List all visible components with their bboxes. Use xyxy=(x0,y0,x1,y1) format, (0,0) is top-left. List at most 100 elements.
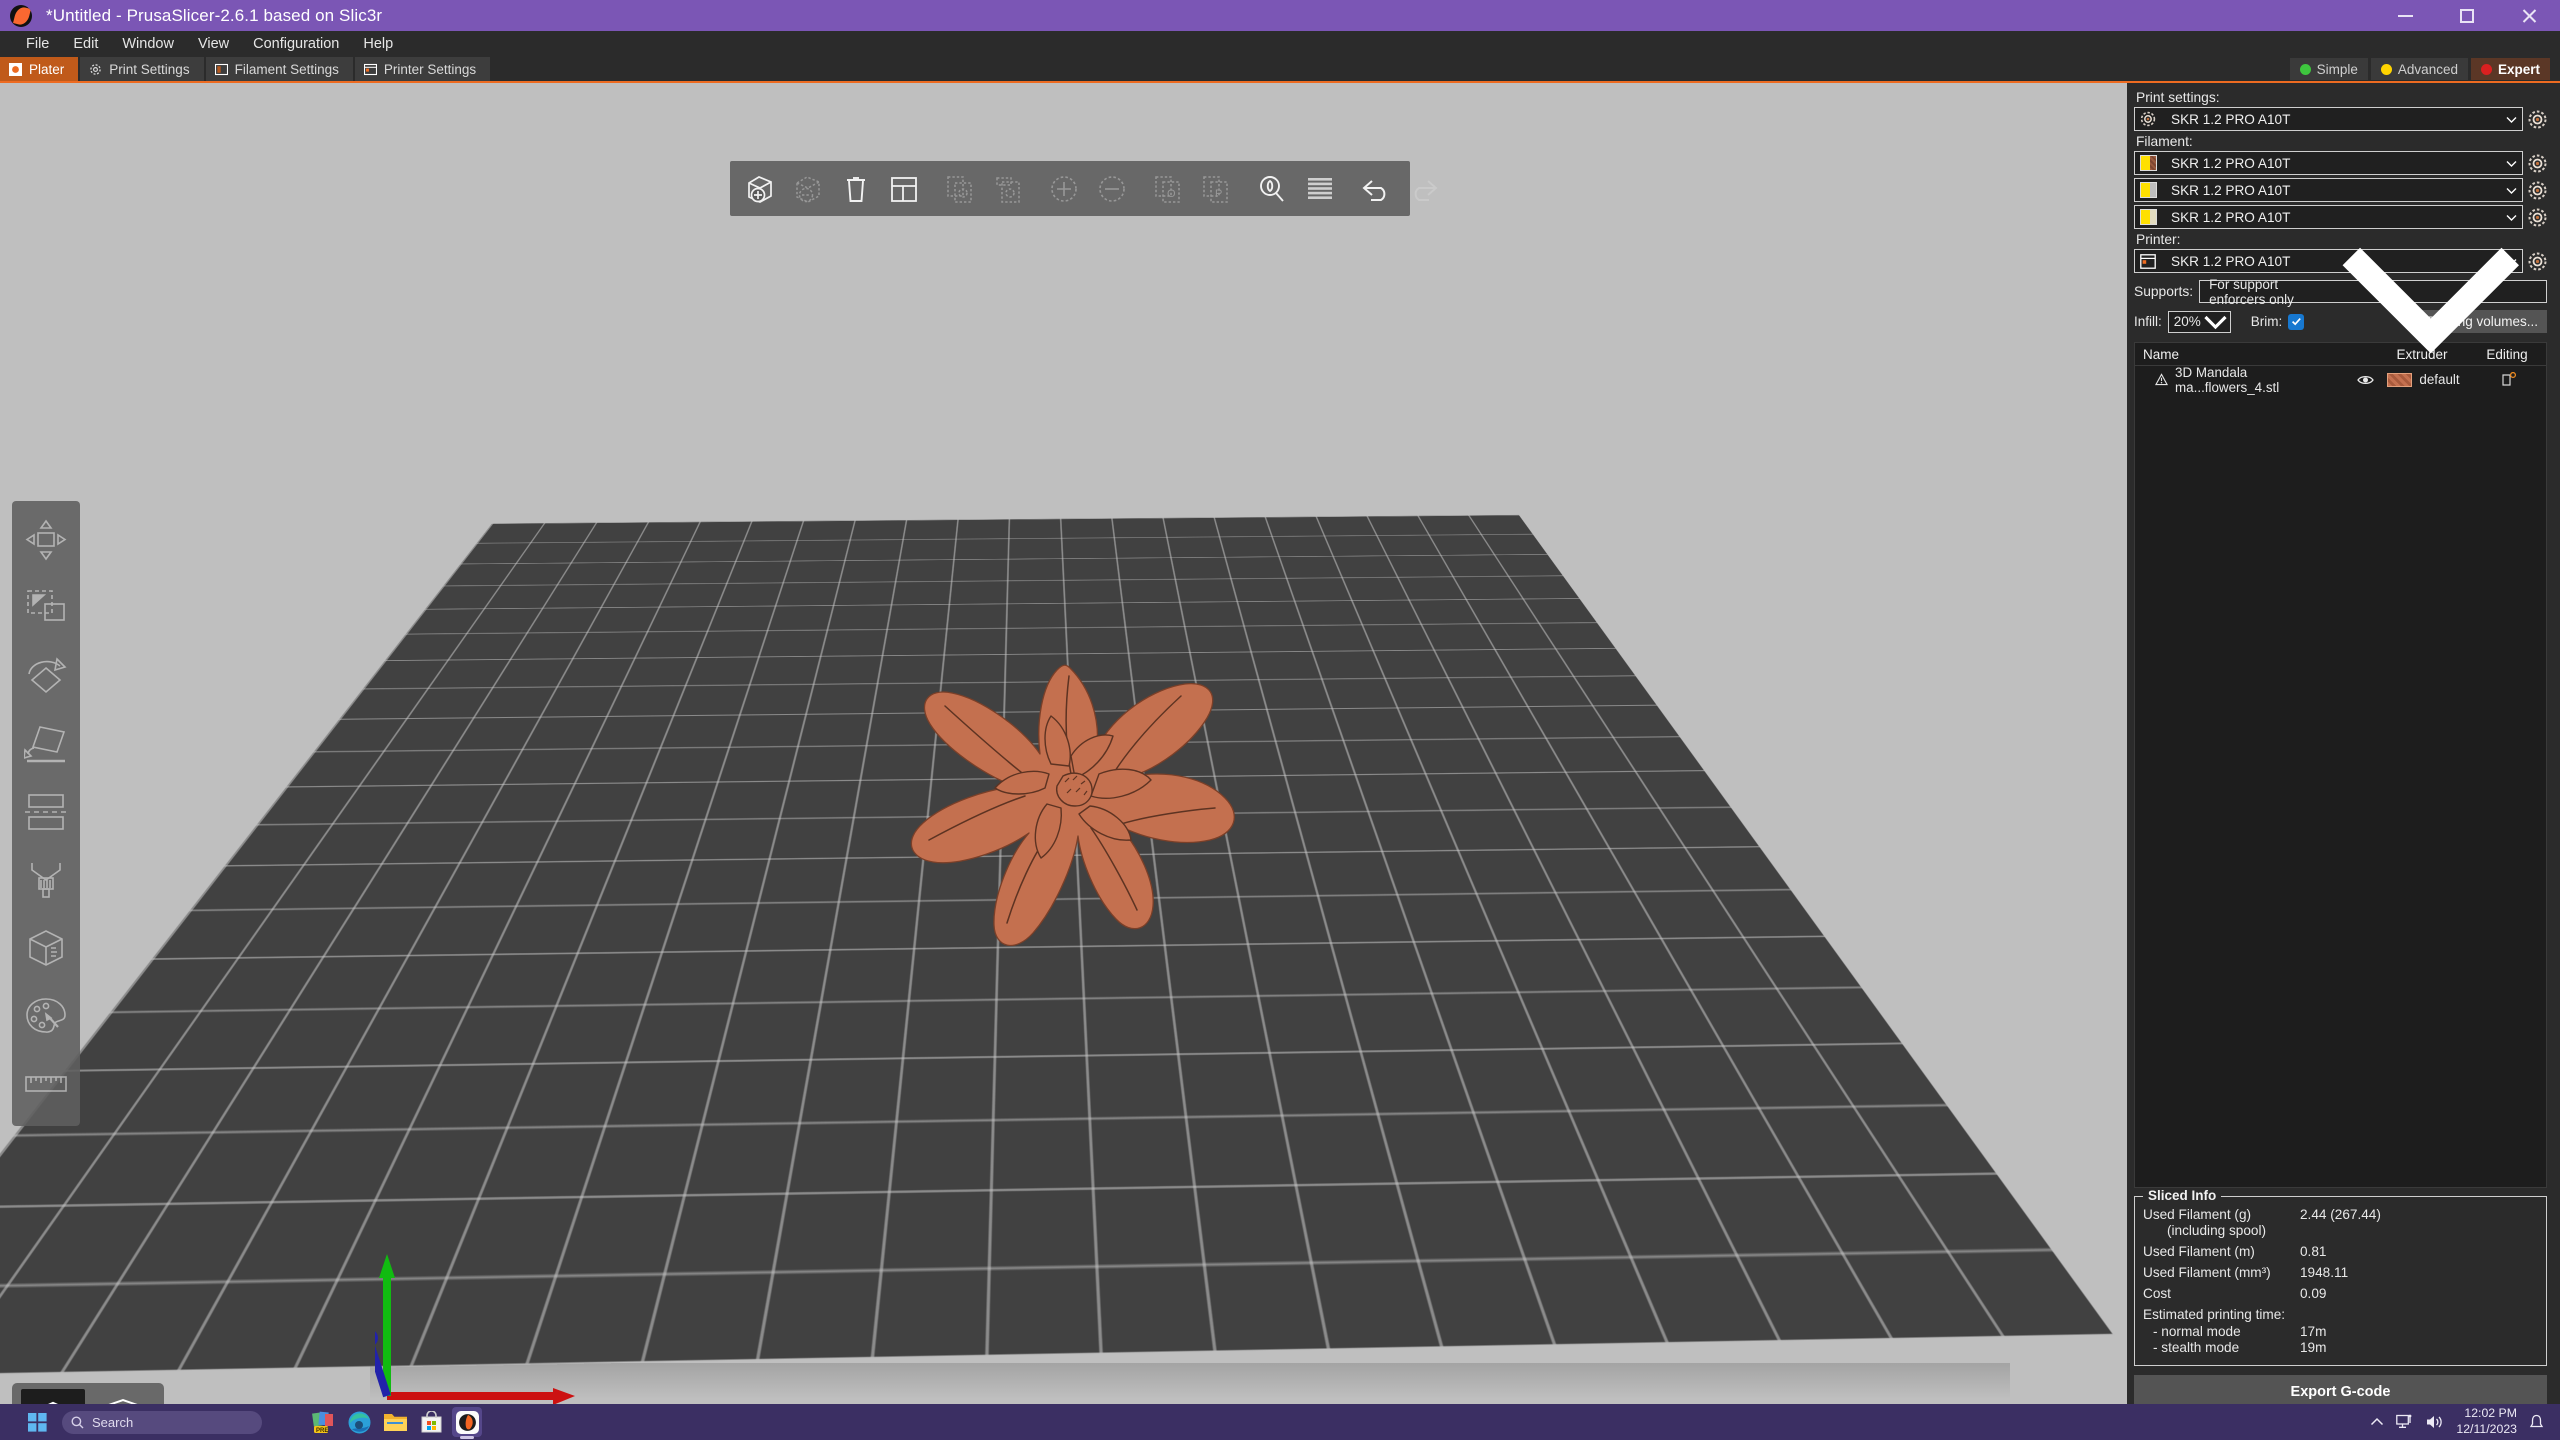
printer-icon xyxy=(2138,252,2158,270)
office-pre-icon: PRE xyxy=(311,1411,333,1434)
supports-value: For support enforcers only xyxy=(2209,276,2294,307)
editor-view-button[interactable] xyxy=(21,1389,85,1404)
warning-triangle-icon xyxy=(2155,373,2169,386)
infill-combo[interactable]: 20% xyxy=(2167,310,2231,333)
tab-plater[interactable]: Plater xyxy=(0,57,79,81)
menu-window[interactable]: Window xyxy=(110,33,186,55)
notification-bell-icon[interactable] xyxy=(2529,1414,2544,1431)
add-instance-button[interactable] xyxy=(736,166,784,212)
toolbar-separator xyxy=(928,166,936,212)
print-settings-combo[interactable]: SKR 1.2 PRO A10T xyxy=(2134,107,2523,131)
tab-printer-settings[interactable]: Printer Settings xyxy=(354,57,491,81)
support-painting-tool[interactable] xyxy=(17,847,75,913)
3d-scene-canvas[interactable]: O P xyxy=(0,83,2127,1404)
mode-advanced-label: Advanced xyxy=(2397,61,2458,77)
column-name: Name xyxy=(2143,346,2180,362)
maximize-button[interactable] xyxy=(2436,0,2498,31)
printer-value: SKR 1.2 PRO A10T xyxy=(2171,253,2291,269)
remove-instance-button xyxy=(784,166,832,212)
object-name-cell[interactable]: 3D Mandala ma...flowers_4.stl xyxy=(2135,365,2343,395)
close-icon xyxy=(2521,8,2537,24)
move-tool[interactable] xyxy=(17,507,75,573)
taskbar-office-app[interactable]: PRE xyxy=(308,1407,338,1437)
taskbar-system-tray: 12:02 PM 12/11/2023 xyxy=(2370,1406,2560,1437)
y-axis-arrow xyxy=(379,1254,395,1278)
menu-file[interactable]: File xyxy=(14,33,61,55)
chevron-down-icon xyxy=(2204,315,2227,330)
tab-plater-label: Plater xyxy=(29,61,65,77)
cut-tool[interactable] xyxy=(17,779,75,845)
print-settings-row: SKR 1.2 PRO A10T xyxy=(2134,107,2547,131)
toolbar-separator-3 xyxy=(1136,166,1144,212)
view-mode-toggle xyxy=(12,1383,164,1404)
tabbar-spacer xyxy=(492,57,2290,81)
windows-start-button[interactable] xyxy=(22,1407,52,1437)
minimize-button[interactable] xyxy=(2374,0,2436,31)
variable-layer-height-button[interactable] xyxy=(1296,166,1344,212)
scale-tool[interactable] xyxy=(17,575,75,641)
menu-help[interactable]: Help xyxy=(351,33,405,55)
taskbar-prusaslicer[interactable] xyxy=(452,1407,482,1437)
menu-view[interactable]: View xyxy=(186,33,241,55)
search-icon xyxy=(71,1416,84,1428)
used-filament-m-value: 0.81 xyxy=(2300,1244,2327,1259)
seam-painting-tool[interactable] xyxy=(17,915,75,981)
tab-printer-settings-label: Printer Settings xyxy=(383,61,477,77)
svg-text:PRE: PRE xyxy=(316,1428,328,1434)
sliced-info-panel: Sliced Info Used Filament (g) 2.44 (267.… xyxy=(2134,1188,2547,1366)
taskbar-search-placeholder: Search xyxy=(92,1414,134,1430)
undo-button[interactable] xyxy=(1352,166,1400,212)
preview-view-button[interactable] xyxy=(91,1389,155,1404)
tab-print-settings[interactable]: Print Settings xyxy=(80,57,204,81)
place-on-face-tool[interactable] xyxy=(17,711,75,777)
supports-combo[interactable]: For support enforcers only xyxy=(2199,247,2547,354)
add-instance-plus-button xyxy=(1040,166,1088,212)
mode-advanced-button[interactable]: Advanced xyxy=(2370,58,2468,80)
taskbar-file-explorer[interactable] xyxy=(380,1407,410,1437)
print-settings-gear-icon xyxy=(89,63,102,76)
filament-color-swatch-2 xyxy=(2138,181,2158,199)
right-sidebar: Print settings: SKR 1.2 PRO A10T Filamen… xyxy=(2127,83,2554,1408)
tab-filament-settings[interactable]: Filament Settings xyxy=(205,57,353,81)
mode-simple-button[interactable]: Simple xyxy=(2289,58,2368,80)
taskbar-edge[interactable] xyxy=(344,1407,374,1437)
filament-value-2: SKR 1.2 PRO A10T xyxy=(2171,182,2291,198)
edit-filament-preset-cog-icon-1[interactable] xyxy=(2528,154,2547,173)
search-button[interactable] xyxy=(1248,166,1296,212)
arrange-button[interactable] xyxy=(880,166,928,212)
chevron-up-icon[interactable] xyxy=(2370,1417,2384,1427)
taskbar-clock[interactable]: 12:02 PM 12/11/2023 xyxy=(2456,1406,2517,1437)
brim-label: Brim: xyxy=(2250,314,2283,329)
including-spool-row: (including spool) xyxy=(2143,1223,2538,1238)
window-title: *Untitled - PrusaSlicer-2.6.1 based on S… xyxy=(46,5,383,25)
estimated-time-label-row: Estimated printing time: xyxy=(2143,1307,2538,1322)
edit-print-preset-cog-icon[interactable] xyxy=(2528,110,2547,129)
volume-speaker-icon[interactable] xyxy=(2426,1414,2444,1430)
toolbar-separator-5 xyxy=(1344,166,1352,212)
toolbar-separator-4 xyxy=(1240,166,1248,212)
prusaslicer-window: *Untitled - PrusaSlicer-2.6.1 based on S… xyxy=(0,0,2560,1408)
model-3d-mandala-flower[interactable] xyxy=(880,643,1250,973)
brim-checkbox[interactable] xyxy=(2288,313,2305,330)
split-to-parts-button: P xyxy=(1192,166,1240,212)
filament-combo-1[interactable]: SKR 1.2 PRO A10T xyxy=(2134,151,2523,175)
menu-configuration[interactable]: Configuration xyxy=(241,33,351,55)
used-filament-m-key: Used Filament (m) xyxy=(2143,1244,2255,1259)
delete-all-button[interactable] xyxy=(832,166,880,212)
top-toolbar: O P xyxy=(730,161,1438,216)
taskbar-search-box[interactable]: Search xyxy=(62,1410,262,1434)
mode-expert-button[interactable]: Expert xyxy=(2470,58,2550,80)
maximize-icon xyxy=(2460,8,2474,23)
normal-mode-row: - normal mode 17m xyxy=(2143,1324,2538,1339)
rotate-tool[interactable] xyxy=(17,643,75,709)
measure-tool[interactable] xyxy=(17,1051,75,1117)
mode-selector: Simple Advanced Expert xyxy=(2289,57,2560,81)
mmu-painting-tool[interactable] xyxy=(17,983,75,1049)
menu-edit[interactable]: Edit xyxy=(61,33,110,55)
print-settings-value: SKR 1.2 PRO A10T xyxy=(2171,111,2291,127)
mode-expert-label: Expert xyxy=(2497,61,2540,77)
close-button[interactable] xyxy=(2498,0,2560,31)
taskbar-microsoft-store[interactable] xyxy=(416,1407,446,1437)
network-display-icon[interactable] xyxy=(2396,1414,2414,1430)
filament-value-1: SKR 1.2 PRO A10T xyxy=(2171,155,2291,171)
